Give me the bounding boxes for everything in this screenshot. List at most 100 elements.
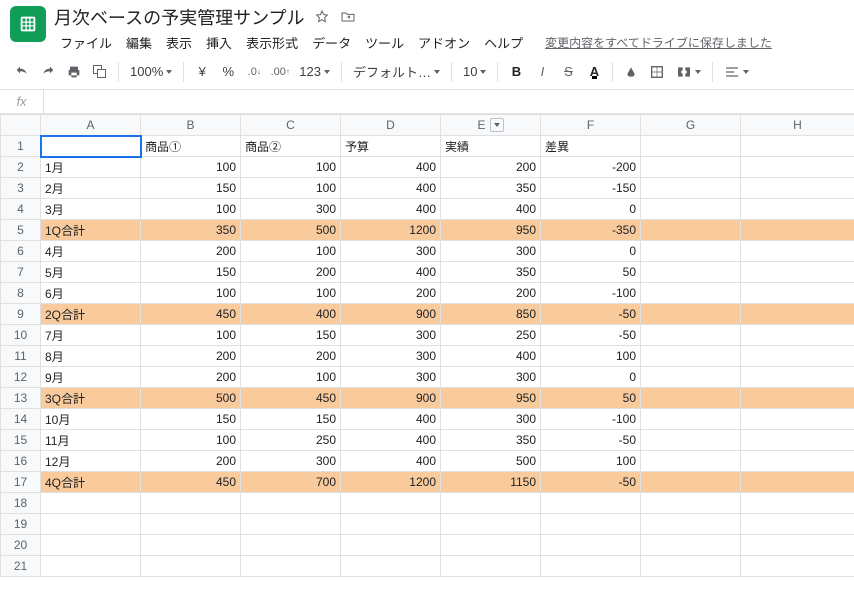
- cell-H4[interactable]: [741, 199, 854, 220]
- horizontal-align-button[interactable]: [719, 60, 754, 84]
- cell-E5[interactable]: 950: [441, 220, 541, 241]
- cell-G5[interactable]: [641, 220, 741, 241]
- cell-E13[interactable]: 950: [441, 388, 541, 409]
- col-header-D[interactable]: D: [341, 115, 441, 136]
- cell-F9[interactable]: -50: [541, 304, 641, 325]
- cell-B10[interactable]: 100: [141, 325, 241, 346]
- row-header[interactable]: 5: [1, 220, 41, 241]
- sheets-logo-icon[interactable]: [10, 6, 46, 42]
- cell-C21[interactable]: [241, 556, 341, 577]
- cell-F19[interactable]: [541, 514, 641, 535]
- row-header[interactable]: 17: [1, 472, 41, 493]
- cell-E17[interactable]: 1150: [441, 472, 541, 493]
- cell-D19[interactable]: [341, 514, 441, 535]
- col-header-G[interactable]: G: [641, 115, 741, 136]
- cell-D13[interactable]: 900: [341, 388, 441, 409]
- cell-C11[interactable]: 200: [241, 346, 341, 367]
- row-header[interactable]: 8: [1, 283, 41, 304]
- cell-F20[interactable]: [541, 535, 641, 556]
- row-header[interactable]: 10: [1, 325, 41, 346]
- cell-F15[interactable]: -50: [541, 430, 641, 451]
- menu-insert[interactable]: 挿入: [200, 31, 238, 54]
- cell-B18[interactable]: [141, 493, 241, 514]
- cell-A1[interactable]: [41, 136, 141, 157]
- cell-F12[interactable]: 0: [541, 367, 641, 388]
- cell-H17[interactable]: [741, 472, 854, 493]
- cell-H6[interactable]: [741, 241, 854, 262]
- cell-A10[interactable]: 7月: [41, 325, 141, 346]
- cell-H21[interactable]: [741, 556, 854, 577]
- cell-E12[interactable]: 300: [441, 367, 541, 388]
- cell-A17[interactable]: 4Q合計: [41, 472, 141, 493]
- cell-D18[interactable]: [341, 493, 441, 514]
- row-header[interactable]: 3: [1, 178, 41, 199]
- cell-G6[interactable]: [641, 241, 741, 262]
- row-header[interactable]: 11: [1, 346, 41, 367]
- cell-A16[interactable]: 12月: [41, 451, 141, 472]
- col-header-A[interactable]: A: [41, 115, 141, 136]
- move-folder-icon[interactable]: [339, 8, 357, 26]
- increase-decimal-button[interactable]: .00↑: [268, 60, 292, 84]
- font-dropdown[interactable]: デフォルト…: [348, 60, 445, 84]
- cell-B2[interactable]: 100: [141, 157, 241, 178]
- cell-B17[interactable]: 450: [141, 472, 241, 493]
- cell-H2[interactable]: [741, 157, 854, 178]
- cell-H15[interactable]: [741, 430, 854, 451]
- cell-D9[interactable]: 900: [341, 304, 441, 325]
- cell-B15[interactable]: 100: [141, 430, 241, 451]
- borders-button[interactable]: [645, 60, 669, 84]
- row-header[interactable]: 13: [1, 388, 41, 409]
- cell-E6[interactable]: 300: [441, 241, 541, 262]
- cell-G1[interactable]: [641, 136, 741, 157]
- row-header[interactable]: 20: [1, 535, 41, 556]
- cell-G20[interactable]: [641, 535, 741, 556]
- cell-A6[interactable]: 4月: [41, 241, 141, 262]
- cell-H11[interactable]: [741, 346, 854, 367]
- row-header[interactable]: 2: [1, 157, 41, 178]
- menu-format[interactable]: 表示形式: [240, 31, 304, 54]
- zoom-dropdown[interactable]: 100%: [125, 60, 177, 84]
- cell-G3[interactable]: [641, 178, 741, 199]
- select-all-corner[interactable]: [1, 115, 41, 136]
- cell-B19[interactable]: [141, 514, 241, 535]
- cell-G21[interactable]: [641, 556, 741, 577]
- cell-B21[interactable]: [141, 556, 241, 577]
- cell-A8[interactable]: 6月: [41, 283, 141, 304]
- col-header-C[interactable]: C: [241, 115, 341, 136]
- cell-E15[interactable]: 350: [441, 430, 541, 451]
- cell-C7[interactable]: 200: [241, 262, 341, 283]
- cell-B13[interactable]: 500: [141, 388, 241, 409]
- row-header[interactable]: 6: [1, 241, 41, 262]
- menu-addons[interactable]: アドオン: [412, 31, 476, 54]
- cell-A18[interactable]: [41, 493, 141, 514]
- cell-F5[interactable]: -350: [541, 220, 641, 241]
- cell-A11[interactable]: 8月: [41, 346, 141, 367]
- cell-A12[interactable]: 9月: [41, 367, 141, 388]
- menu-data[interactable]: データ: [306, 31, 357, 54]
- cell-F18[interactable]: [541, 493, 641, 514]
- cell-E7[interactable]: 350: [441, 262, 541, 283]
- cell-H16[interactable]: [741, 451, 854, 472]
- cell-F4[interactable]: 0: [541, 199, 641, 220]
- cell-F3[interactable]: -150: [541, 178, 641, 199]
- cell-H20[interactable]: [741, 535, 854, 556]
- cell-G11[interactable]: [641, 346, 741, 367]
- cell-A14[interactable]: 10月: [41, 409, 141, 430]
- cell-C6[interactable]: 100: [241, 241, 341, 262]
- cell-D10[interactable]: 300: [341, 325, 441, 346]
- cell-B3[interactable]: 150: [141, 178, 241, 199]
- row-header[interactable]: 7: [1, 262, 41, 283]
- cell-D5[interactable]: 1200: [341, 220, 441, 241]
- menu-view[interactable]: 表示: [160, 31, 198, 54]
- cell-D3[interactable]: 400: [341, 178, 441, 199]
- star-icon[interactable]: [313, 8, 331, 26]
- strikethrough-button[interactable]: S: [556, 60, 580, 84]
- cell-A4[interactable]: 3月: [41, 199, 141, 220]
- cell-H8[interactable]: [741, 283, 854, 304]
- cell-H19[interactable]: [741, 514, 854, 535]
- cell-C18[interactable]: [241, 493, 341, 514]
- decrease-decimal-button[interactable]: .0↓: [242, 60, 266, 84]
- merge-cells-button[interactable]: [671, 60, 706, 84]
- cell-C1[interactable]: 商品②: [241, 136, 341, 157]
- cell-E8[interactable]: 200: [441, 283, 541, 304]
